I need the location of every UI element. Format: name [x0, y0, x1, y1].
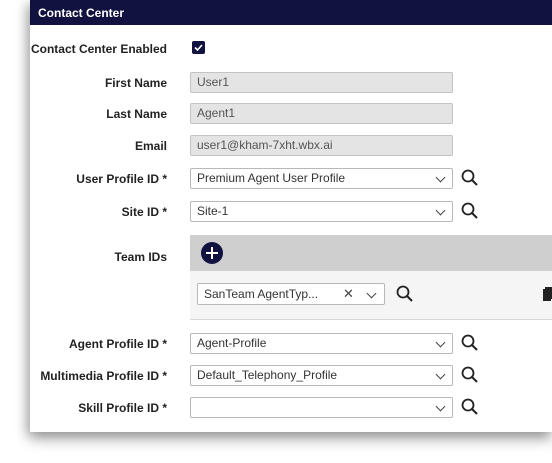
check-icon — [194, 44, 203, 52]
last-name-label: Last Name — [106, 107, 167, 121]
team-id-value: SanTeam AgentTyp... — [204, 287, 319, 301]
team-ids-label: Team IDs — [114, 250, 167, 264]
chevron-down-icon — [435, 205, 446, 216]
user-profile-id-select[interactable]: Premium Agent User Profile — [190, 168, 453, 189]
team-id-select[interactable]: SanTeam AgentTyp... ✕ — [197, 283, 385, 305]
search-icon[interactable] — [460, 397, 480, 417]
first-name-label: First Name — [104, 76, 167, 90]
team-ids-list: SanTeam AgentTyp... ✕ — [190, 271, 552, 320]
site-id-select[interactable]: Site-1 — [190, 201, 453, 222]
skill-profile-id-select[interactable] — [190, 397, 453, 418]
chevron-down-icon — [435, 401, 446, 412]
copy-icon[interactable] — [543, 287, 552, 301]
team-ids-header — [190, 235, 552, 271]
add-team-button[interactable] — [201, 242, 223, 264]
agent-profile-id-row: Agent Profile ID * Agent-Profile — [30, 332, 552, 356]
multimedia-profile-id-label: Multimedia Profile ID * — [40, 369, 167, 383]
search-icon[interactable] — [460, 168, 480, 188]
search-icon[interactable] — [460, 365, 480, 385]
agent-profile-id-select[interactable]: Agent-Profile — [190, 333, 453, 354]
multimedia-profile-id-select[interactable]: Default_Telephony_Profile — [190, 365, 453, 386]
contact-center-enabled-row: Contact Center Enabled — [30, 37, 552, 61]
chevron-down-icon — [435, 172, 446, 183]
agent-profile-id-value: Agent-Profile — [197, 336, 267, 350]
first-name-field: User1 — [190, 72, 453, 93]
chevron-down-icon — [366, 288, 377, 299]
search-icon[interactable] — [460, 201, 480, 221]
contact-center-enabled-checkbox[interactable] — [192, 41, 205, 54]
user-profile-id-row: User Profile ID * Premium Agent User Pro… — [30, 167, 552, 191]
search-icon[interactable] — [395, 284, 415, 304]
panel-title: Contact Center — [30, 0, 552, 25]
search-icon[interactable] — [460, 333, 480, 353]
last-name-field: Agent1 — [190, 103, 453, 124]
contact-center-panel: Contact Center Contact Center Enabled Fi… — [30, 0, 552, 432]
site-id-value: Site-1 — [197, 204, 229, 218]
site-id-row: Site ID * Site-1 — [30, 200, 552, 224]
agent-profile-id-label: Agent Profile ID * — [68, 337, 167, 351]
multimedia-profile-id-value: Default_Telephony_Profile — [197, 368, 338, 382]
user-profile-id-label: User Profile ID * — [76, 172, 167, 186]
chevron-down-icon — [435, 337, 446, 348]
clear-icon[interactable]: ✕ — [343, 284, 354, 304]
first-name-row: First Name User1 — [30, 71, 552, 95]
email-field: user1@kham-7xht.wbx.ai — [190, 135, 453, 156]
last-name-row: Last Name Agent1 — [30, 102, 552, 126]
email-label: Email — [134, 139, 167, 153]
user-profile-id-value: Premium Agent User Profile — [197, 171, 346, 185]
skill-profile-id-row: Skill Profile ID * — [30, 396, 552, 420]
email-row: Email user1@kham-7xht.wbx.ai — [30, 134, 552, 158]
site-id-label: Site ID * — [121, 205, 167, 219]
multimedia-profile-id-row: Multimedia Profile ID * Default_Telephon… — [30, 364, 552, 388]
chevron-down-icon — [435, 369, 446, 380]
contact-center-enabled-label: Contact Center Enabled — [30, 42, 167, 56]
skill-profile-id-label: Skill Profile ID * — [78, 401, 167, 415]
